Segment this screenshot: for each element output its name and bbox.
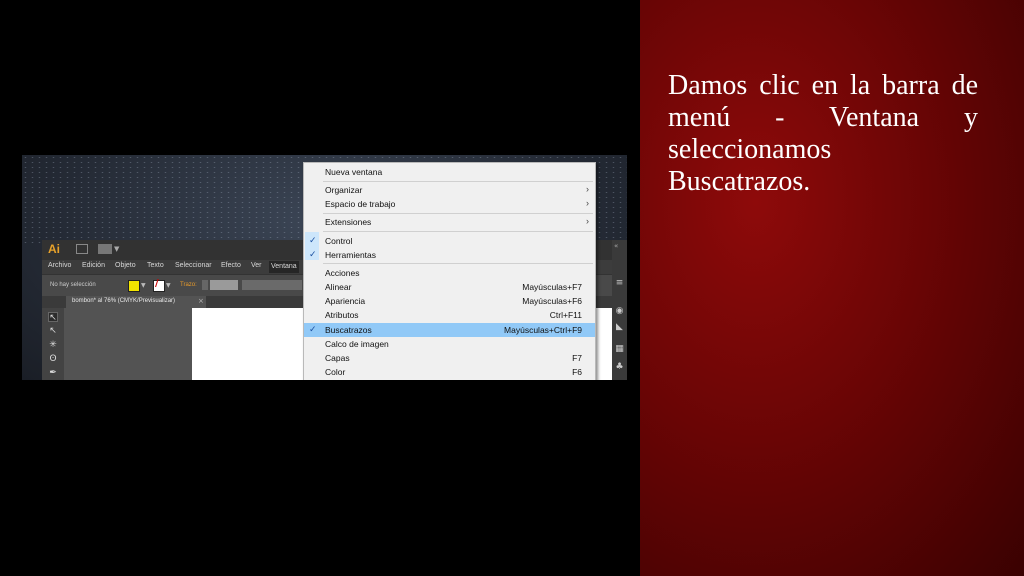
menu-item-label: Color xyxy=(325,367,346,377)
direct-selection-tool-icon[interactable]: ↖ xyxy=(48,326,58,336)
menu-item-label: Buscatrazos xyxy=(325,325,372,335)
menu-item-shortcut: Mayúsculas+F6 xyxy=(522,296,582,306)
check-icon: ✓ xyxy=(309,235,317,245)
slide-caption: Damos clic en la barra de menú - Ventana… xyxy=(668,70,978,198)
menu-item-label: Atributos xyxy=(325,310,359,320)
chevron-down-icon[interactable]: ▼ xyxy=(114,245,119,253)
check-icon: ✓ xyxy=(309,324,317,334)
menu-item-herramientas[interactable]: ✓ Herramientas xyxy=(304,248,595,262)
menu-item-label: Apariencia xyxy=(325,296,366,306)
selection-tool-icon[interactable]: ↖ xyxy=(48,312,58,323)
submenu-arrow-icon: › xyxy=(586,216,589,226)
right-panels-dock: « ≡ ◉ ◣ ▦ ♣ xyxy=(612,240,627,380)
menu-item-alinear[interactable]: Alinear Mayúsculas+F7 xyxy=(304,280,595,294)
selection-status: No hay selección xyxy=(50,282,96,288)
document-tab[interactable]: bombon* al 76% (CMYK/Previsualizar) × xyxy=(66,296,206,308)
stroke-weight-stepper[interactable] xyxy=(202,280,208,290)
menu-separator xyxy=(323,181,593,182)
arrange-documents-icon[interactable] xyxy=(98,244,112,254)
menu-item-label: Control xyxy=(325,236,353,246)
pen-tool-icon[interactable]: ✒ xyxy=(48,368,58,378)
swatches-panel-icon[interactable]: ▦ xyxy=(614,344,625,354)
menu-item-label: Acciones xyxy=(325,268,360,278)
lasso-tool-icon[interactable]: ʘ xyxy=(48,354,58,364)
color-guide-icon[interactable]: ◣ xyxy=(614,322,625,332)
brushes-panel-icon[interactable]: ♣ xyxy=(614,362,625,372)
tools-panel: ↖ ↖ ✳ ʘ ✒ xyxy=(42,308,64,380)
menu-item-shortcut: Ctrl+F11 xyxy=(549,310,582,320)
menu-edicion[interactable]: Edición xyxy=(82,262,105,269)
menu-item-label: Calco de imagen xyxy=(325,339,389,349)
menu-item-shortcut: F6 xyxy=(572,367,582,377)
menu-separator xyxy=(323,231,593,232)
ventana-dropdown-menu: Nueva ventana Organizar › Espacio de tra… xyxy=(303,162,596,380)
menu-seleccionar[interactable]: Seleccionar xyxy=(175,262,212,269)
illustrator-screenshot: Ai ▼ Archivo Edición Objeto Texto Selecc… xyxy=(22,155,627,380)
menu-item-extensiones[interactable]: Extensiones › xyxy=(304,215,595,229)
menu-item-shortcut: Mayúsculas+F7 xyxy=(522,282,582,292)
menu-item-capas[interactable]: Capas F7 xyxy=(304,351,595,365)
stroke-label[interactable]: Trazo: xyxy=(180,282,197,288)
menu-item-label: Capas xyxy=(325,353,350,363)
menu-item-acciones[interactable]: Acciones xyxy=(304,266,595,280)
bridge-icon[interactable] xyxy=(76,244,88,254)
menu-texto[interactable]: Texto xyxy=(147,262,164,269)
color-panel-icon[interactable]: ◉ xyxy=(614,306,625,316)
menu-item-label: Organizar xyxy=(325,185,363,195)
magic-wand-tool-icon[interactable]: ✳ xyxy=(48,340,58,350)
variable-width-field[interactable] xyxy=(242,280,302,290)
menu-ver[interactable]: Ver xyxy=(251,262,262,269)
chevron-down-icon[interactable]: ▼ xyxy=(141,282,146,289)
stroke-weight-field[interactable] xyxy=(210,280,238,290)
menu-item-label: Alinear xyxy=(325,282,352,292)
submenu-arrow-icon: › xyxy=(586,184,589,194)
menu-item-color[interactable]: Color F6 xyxy=(304,365,595,379)
submenu-arrow-icon: › xyxy=(586,198,589,208)
close-icon[interactable]: × xyxy=(198,297,204,305)
menu-objeto[interactable]: Objeto xyxy=(115,262,136,269)
menu-item-calco-de-imagen[interactable]: Calco de imagen xyxy=(304,337,595,351)
menu-item-shortcut: Mayúsculas+Ctrl+F9 xyxy=(504,325,582,335)
menu-item-control[interactable]: ✓ Control xyxy=(304,234,595,248)
chevron-down-icon[interactable]: ▼ xyxy=(166,282,171,289)
menu-efecto[interactable]: Efecto xyxy=(221,262,241,269)
menu-item-shortcut: F7 xyxy=(572,353,582,363)
menu-item-buscatrazos[interactable]: ✓ Buscatrazos Mayúsculas+Ctrl+F9 xyxy=(304,323,595,337)
menu-item-atributos[interactable]: Atributos Ctrl+F11 xyxy=(304,308,595,322)
check-icon: ✓ xyxy=(309,249,317,259)
menu-separator xyxy=(323,263,593,264)
illustrator-logo: Ai xyxy=(48,242,60,256)
menu-item-label: Extensiones xyxy=(325,217,372,227)
fill-swatch[interactable] xyxy=(128,280,140,292)
panel-menu-icon[interactable]: ≡ xyxy=(614,278,625,288)
menu-item-label: Nueva ventana xyxy=(325,167,383,177)
menu-item-espacio-de-trabajo[interactable]: Espacio de trabajo › xyxy=(304,197,595,211)
menu-item-apariencia[interactable]: Apariencia Mayúsculas+F6 xyxy=(304,294,595,308)
collapse-panels-icon[interactable]: « xyxy=(614,242,618,250)
menu-separator xyxy=(323,213,593,214)
menu-archivo[interactable]: Archivo xyxy=(48,262,71,269)
caption-text: Damos clic en la barra de menú - Ventana… xyxy=(668,70,978,197)
document-tab-label: bombon* al 76% (CMYK/Previsualizar) xyxy=(72,298,176,304)
menu-item-organizar[interactable]: Organizar › xyxy=(304,183,595,197)
menu-ventana[interactable]: Ventana xyxy=(269,261,299,273)
menu-item-label: Herramientas xyxy=(325,250,377,260)
no-stroke-icon: / xyxy=(155,278,159,289)
menu-item-nueva-ventana[interactable]: Nueva ventana xyxy=(304,165,595,179)
menu-item-label: Espacio de trabajo xyxy=(325,199,396,209)
